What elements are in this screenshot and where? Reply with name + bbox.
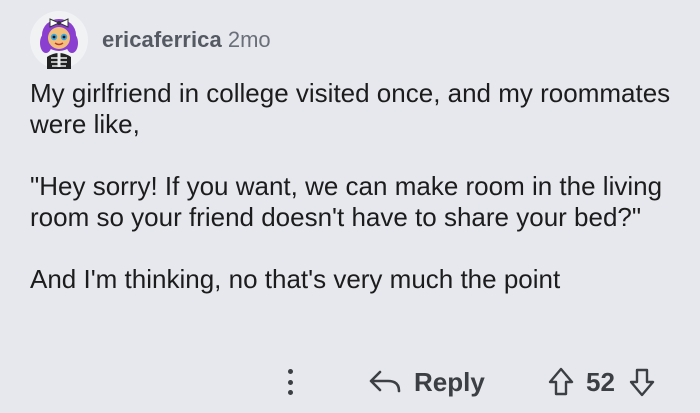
upvote-arrow-icon[interactable]: [548, 367, 574, 397]
reply-label: Reply: [414, 366, 485, 397]
username[interactable]: ericaferrica: [102, 27, 222, 53]
vote-control: 52: [548, 364, 655, 400]
comment-paragraph: My girlfriend in college visited once, a…: [30, 78, 671, 139]
vertical-dots-icon[interactable]: [282, 366, 298, 398]
vote-count: 52: [586, 366, 615, 397]
comment-paragraph: And I'm thinking, no that's very much th…: [30, 264, 561, 294]
comment-age: 2mo: [227, 27, 271, 52]
avatar-image: [30, 11, 88, 69]
dot: [287, 390, 293, 395]
comment-body: My girlfriend in college visited once, a…: [30, 78, 680, 326]
dot: [287, 369, 293, 374]
downvote-arrow-icon[interactable]: [629, 367, 655, 397]
comment-actions: Reply 52: [0, 362, 700, 402]
comment-paragraph: "Hey sorry! If you want, we can make roo…: [30, 171, 663, 232]
avatar[interactable]: [30, 11, 88, 69]
dot: [287, 379, 293, 385]
reply-arrow-icon: [368, 369, 402, 395]
comment-header: ericaferrica 2mo: [30, 10, 271, 70]
reply-button[interactable]: Reply: [368, 364, 485, 400]
comment-card: ericaferrica 2mo My girlfriend in colleg…: [0, 0, 700, 413]
